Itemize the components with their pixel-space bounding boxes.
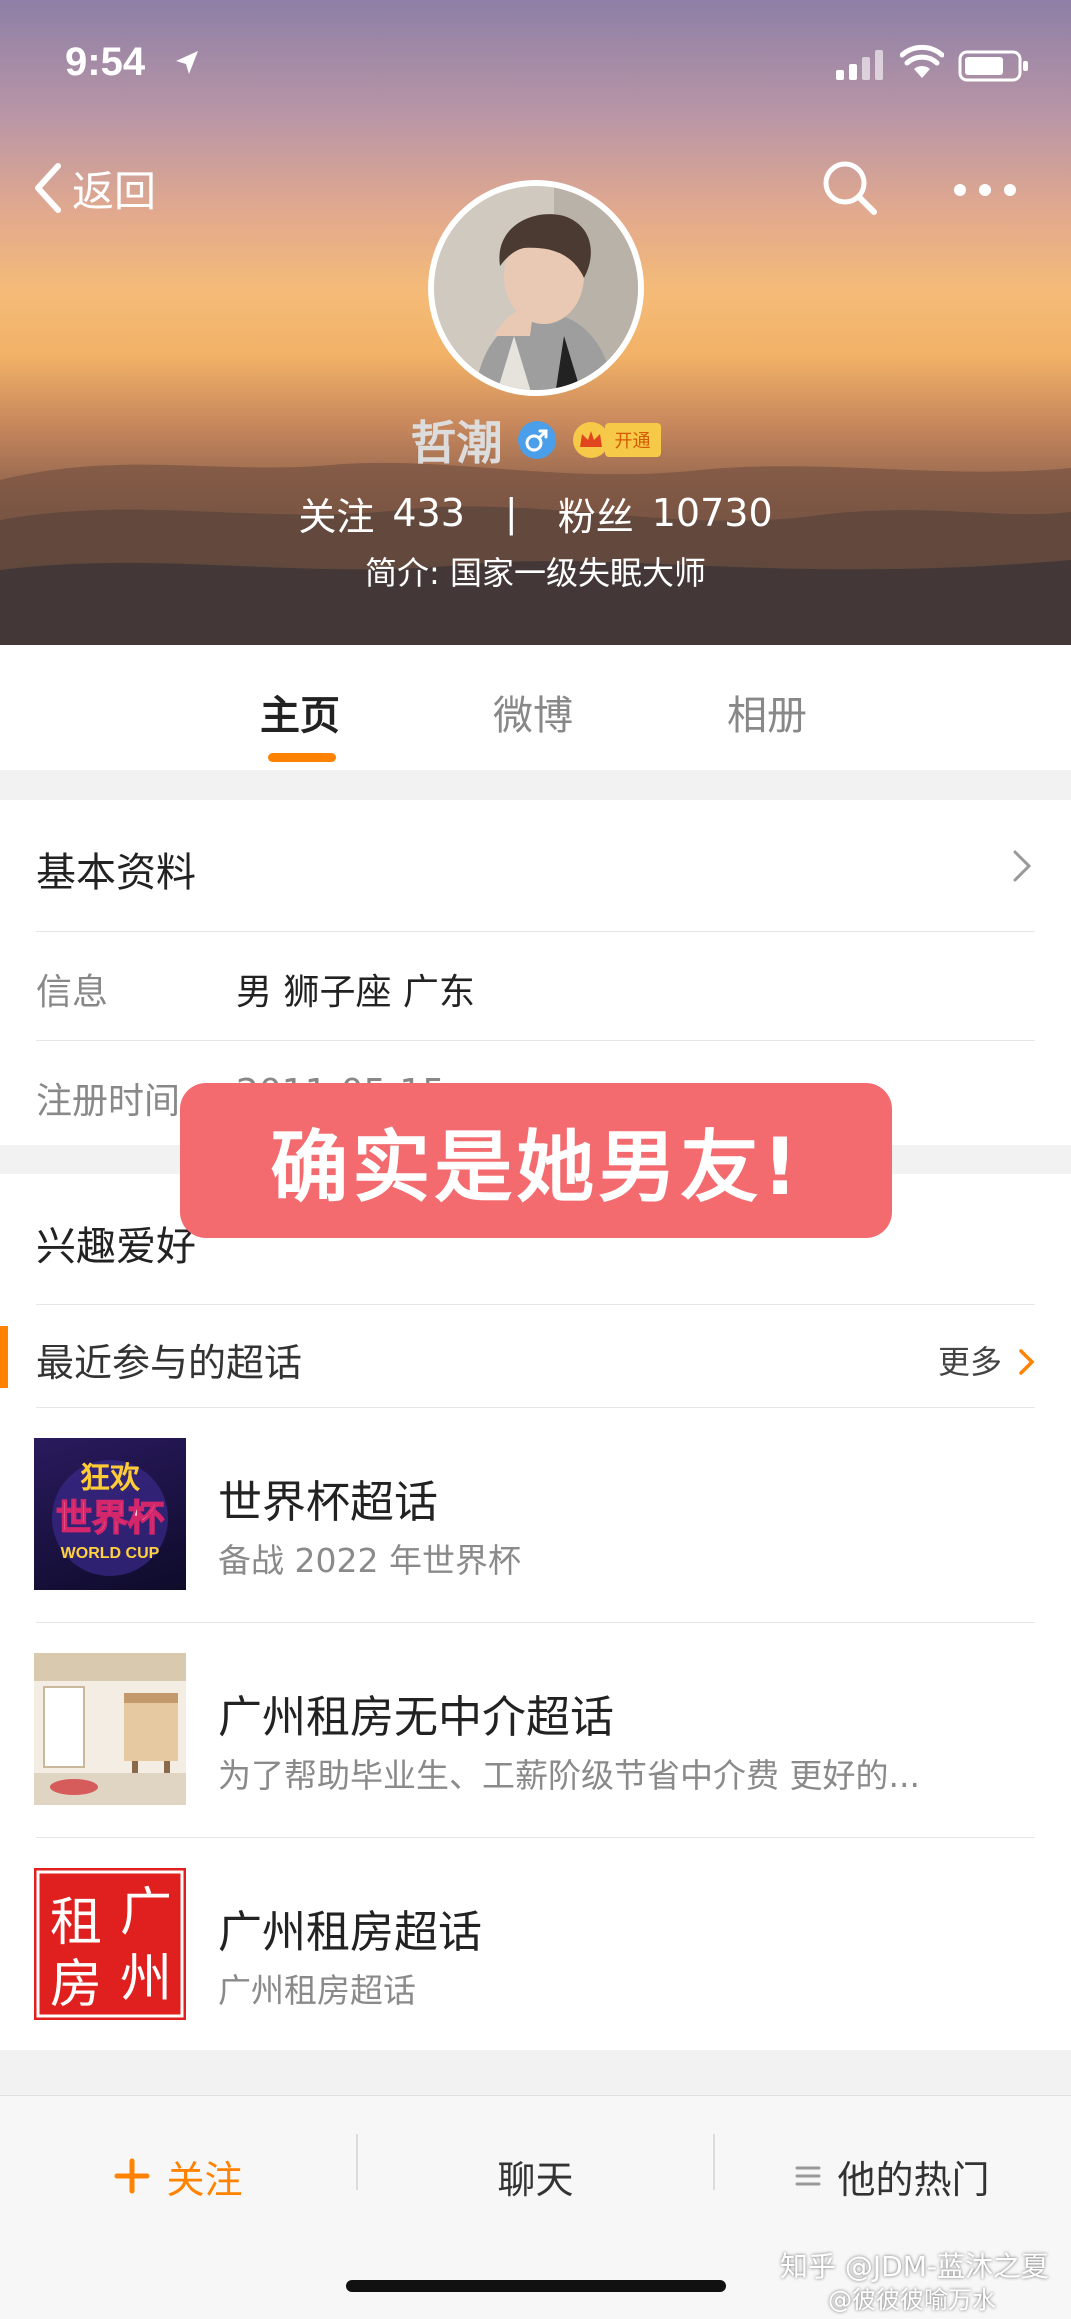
avatar-image (434, 186, 638, 390)
following-count[interactable]: 433 (392, 491, 465, 535)
apartment-thumbnail (34, 1653, 186, 1805)
svg-text:房: 房 (50, 1955, 102, 2015)
divider (36, 931, 1035, 932)
item-title: 广州租房无中介超话 (218, 1692, 614, 1743)
section-accent-bar (0, 1326, 8, 1388)
chevron-right-icon (1013, 850, 1032, 882)
apartment-photo (34, 1653, 186, 1805)
active-tab-indicator (268, 753, 336, 762)
svg-text:世界杯: 世界杯 (56, 1498, 164, 1539)
item-desc: 为了帮助毕业生、工薪阶级节省中介费 更好的... (218, 1756, 920, 1795)
chat-button[interactable]: 聊天 (357, 2136, 714, 2216)
tab-album[interactable]: 相册 (727, 683, 807, 741)
followers-label[interactable]: 粉丝 (558, 486, 634, 541)
info-value: 男 狮子座 广东 (236, 972, 475, 1013)
svg-text:WORLD CUP: WORLD CUP (61, 1545, 160, 1562)
divider (36, 1304, 1035, 1305)
world-cup-thumbnail: 狂欢 世界杯 WORLD CUP (34, 1438, 186, 1590)
hot-posts-button[interactable]: 他的热门 (714, 2136, 1071, 2216)
stats-separator: | (504, 491, 518, 535)
watermark-secondary: @彼彼彼喻万水 (828, 2286, 996, 2314)
profile-name: 哲潮 (410, 416, 503, 470)
chevron-right-icon (1019, 1349, 1035, 1375)
battery-icon (958, 50, 1028, 82)
back-chevron-icon (35, 163, 61, 213)
status-bar: 9:54 (0, 0, 1071, 130)
profile-header: 9:54 返回 哲潮 开通 关注 433 | 粉丝 10730 简介: 国家一级… (0, 0, 1071, 645)
item-title: 世界杯超话 (218, 1477, 438, 1528)
basic-info-title: 基本资料 (36, 850, 196, 896)
following-label[interactable]: 关注 (298, 486, 374, 541)
back-label: 返回 (72, 166, 157, 216)
world-cup-logo: 狂欢 世界杯 WORLD CUP (52, 1460, 168, 1576)
signal-icon (836, 50, 883, 80)
location-arrow-icon (176, 51, 198, 74)
divider (36, 1040, 1035, 1041)
guangzhou-rent-thumbnail: 广 租 州 房 (34, 1868, 186, 2020)
follow-label: 关注 (166, 2157, 243, 2202)
item-desc: 广州租房超话 (218, 1971, 416, 2010)
basic-info-header[interactable]: 基本资料 (0, 800, 1071, 930)
svg-text:狂欢: 狂欢 (80, 1461, 141, 1496)
svg-text:租: 租 (50, 1893, 102, 1953)
guangzhou-rent-logo: 广 租 州 房 (36, 1870, 184, 2018)
wifi-icon (900, 44, 944, 78)
reg-time-label: 注册时间 (36, 1081, 181, 1122)
followers-count[interactable]: 10730 (652, 491, 773, 535)
interest-title: 兴趣爱好 (36, 1224, 196, 1270)
item-title: 广州租房超话 (218, 1907, 482, 1958)
more-label: 更多 (938, 1343, 1003, 1381)
stats-row: 关注 433 | 粉丝 10730 (0, 483, 1071, 543)
back-button[interactable]: 返回 (30, 158, 156, 218)
home-indicator[interactable] (346, 2280, 726, 2292)
list-item[interactable]: 广 租 州 房 广州租房超话 广州租房超话 (0, 1838, 1071, 2052)
info-label: 信息 (36, 972, 109, 1013)
name-row: 哲潮 开通 (0, 410, 1071, 470)
list-menu-icon (795, 2166, 821, 2186)
follow-button[interactable]: 关注 (0, 2136, 357, 2216)
overlay-caption: 确实是她男友! (180, 1083, 892, 1238)
tab-weibo[interactable]: 微博 (493, 683, 573, 741)
list-item[interactable]: 广州租房无中介超话 为了帮助毕业生、工薪阶级节省中介费 更好的... (0, 1623, 1071, 1837)
more-options-icon[interactable] (950, 160, 1020, 220)
chat-label: 聊天 (497, 2157, 574, 2202)
watermark: 知乎 @JDM-蓝沐之夏 (780, 2250, 1049, 2283)
profile-bio: 简介: 国家一级失眠大师 (365, 554, 706, 592)
tab-home[interactable]: 主页 (260, 683, 340, 741)
vip-open-tag: 开通 (604, 423, 661, 457)
svg-text:州: 州 (120, 1949, 172, 2009)
list-item[interactable]: 狂欢 世界杯 WORLD CUP 世界杯超话 备战 2022 年世界杯 (0, 1408, 1071, 1622)
interest-card: 兴趣爱好 最近参与的超话 更多 狂欢 世界杯 WORLD CUP 世界杯超话 备… (0, 1174, 1071, 2050)
more-link[interactable]: 更多 (938, 1337, 1036, 1383)
status-time: 9:54 (65, 40, 146, 84)
svg-text:广: 广 (120, 1883, 172, 1943)
male-gender-icon (517, 421, 556, 459)
profile-tabs: 主页 微博 相册 (0, 645, 1071, 770)
avatar[interactable] (428, 180, 644, 396)
hot-posts-label: 他的热门 (837, 2157, 990, 2202)
recent-super-topics-title: 最近参与的超话 (36, 1341, 303, 1385)
plus-icon (114, 2158, 150, 2194)
item-desc: 备战 2022 年世界杯 (218, 1541, 521, 1580)
vip-badge[interactable]: 开通 (571, 420, 661, 460)
search-icon[interactable] (820, 158, 880, 218)
